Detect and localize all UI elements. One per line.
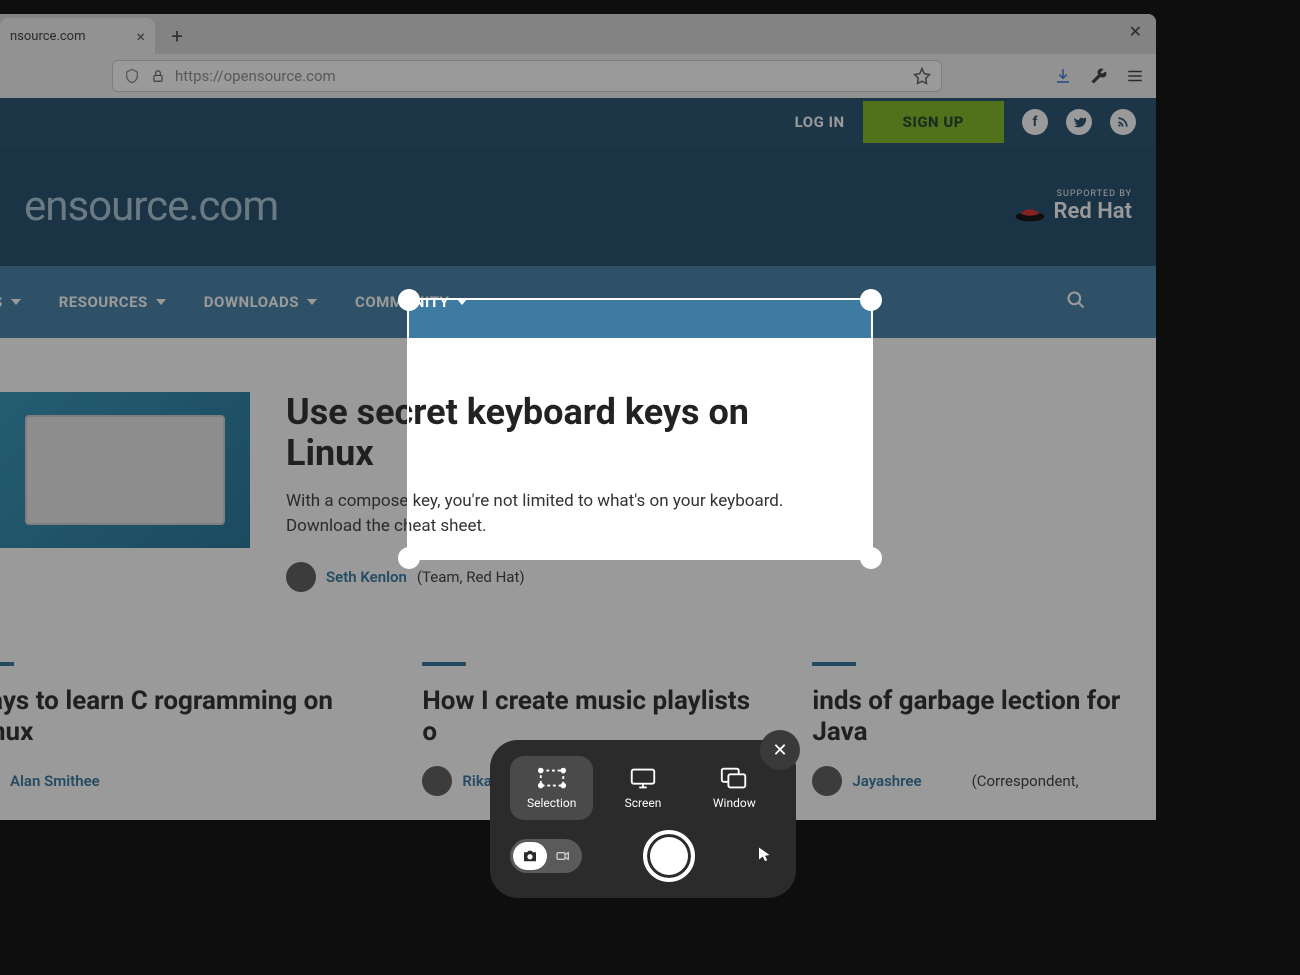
screenshot-close-button[interactable]: ✕ [760, 730, 800, 770]
screenshot-mode-screen[interactable]: Screen [601, 756, 684, 820]
site-logo[interactable]: ensource.com [24, 182, 278, 231]
nav-label: ES [0, 293, 3, 311]
tab-title: nsource.com [10, 29, 86, 44]
article-card[interactable]: inds of garbage lection for Java Jayashr… [812, 662, 1156, 796]
card-title: ways to learn C rogramming on Linux [0, 686, 372, 748]
selection-handle-bottom-left[interactable] [398, 547, 420, 569]
url-input[interactable]: https://opensource.com [112, 60, 942, 92]
site-topnav: LOG IN SIGN UP f [0, 98, 1156, 146]
sponsor-badge: SUPPORTED BY Red Hat [1014, 189, 1132, 224]
author-name-link[interactable]: Seth Kenlon [326, 568, 407, 586]
sponsor-name: Red Hat [1054, 199, 1132, 224]
screenshot-mode-window[interactable]: Window [693, 756, 776, 820]
browser-tab[interactable]: nsource.com × [0, 18, 155, 54]
author-meta: (Team, Red Hat) [417, 568, 525, 586]
caret-down-icon [11, 299, 21, 305]
redhat-fedora-icon [1014, 199, 1046, 223]
screenshot-panel: ✕ Selection Screen Window [490, 740, 796, 898]
screenshot-selection-box[interactable] [407, 298, 873, 560]
card-author-meta: (Correspondent, [972, 772, 1079, 790]
selection-handle-top-right[interactable] [860, 289, 882, 311]
mode-label: Selection [527, 796, 576, 810]
article-card[interactable]: ways to learn C rogramming on Linux Alan… [0, 662, 372, 796]
author-avatar [422, 766, 452, 796]
nav-item-resources[interactable]: RESOURCES [55, 293, 170, 311]
screen-icon [628, 766, 658, 790]
nav-item-categories[interactable]: ES [0, 293, 25, 311]
card-title: How I create music playlists o [422, 686, 762, 748]
screenshot-mode-selection[interactable]: Selection [510, 756, 593, 820]
selection-handle-bottom-right[interactable] [860, 547, 882, 569]
url-text: https://opensource.com [175, 67, 336, 85]
window-close-icon[interactable]: ✕ [1129, 22, 1142, 41]
shield-icon [123, 67, 141, 85]
author-avatar [812, 766, 842, 796]
site-banner: ensource.com SUPPORTED BY Red Hat [0, 146, 1156, 266]
nav-search-icon[interactable] [1066, 290, 1156, 314]
nav-label: DOWNLOADS [204, 293, 299, 311]
capture-button[interactable] [643, 830, 695, 882]
address-bar: https://opensource.com [0, 54, 1156, 98]
tab-bar: nsource.com × + ✕ [0, 14, 1156, 54]
caret-down-icon [156, 299, 166, 305]
show-pointer-toggle[interactable] [756, 846, 776, 866]
photo-mode-icon [513, 842, 547, 870]
hamburger-menu-icon[interactable] [1126, 67, 1144, 85]
twitter-icon[interactable] [1066, 109, 1092, 135]
card-accent-bar [0, 662, 14, 666]
window-icon [719, 766, 749, 790]
nav-item-downloads[interactable]: DOWNLOADS [200, 293, 321, 311]
mode-label: Window [713, 796, 756, 810]
video-mode-icon [547, 848, 579, 864]
login-link[interactable]: LOG IN [795, 113, 845, 131]
article-hero-image [0, 392, 250, 548]
facebook-icon[interactable]: f [1022, 109, 1048, 135]
wrench-icon[interactable] [1090, 67, 1108, 85]
card-accent-bar [422, 662, 466, 666]
photo-video-toggle[interactable] [510, 839, 582, 873]
lock-icon [149, 67, 167, 85]
author-avatar [286, 562, 316, 592]
signup-button[interactable]: SIGN UP [863, 101, 1004, 143]
bookmark-star-icon[interactable] [913, 67, 931, 85]
card-author[interactable]: Alan Smithee [10, 772, 100, 790]
tab-close-icon[interactable]: × [136, 27, 145, 46]
nav-label: RESOURCES [59, 293, 148, 311]
mode-label: Screen [625, 796, 662, 810]
card-author[interactable]: Jayashree [852, 772, 921, 790]
selection-handle-top-left[interactable] [398, 289, 420, 311]
selection-rect-icon [537, 766, 567, 790]
new-tab-button[interactable]: + [161, 20, 193, 52]
author-row: Seth Kenlon (Team, Red Hat) [286, 562, 806, 592]
card-accent-bar [812, 662, 856, 666]
download-icon[interactable] [1054, 67, 1072, 85]
caret-down-icon [307, 299, 317, 305]
card-title: inds of garbage lection for Java [812, 686, 1156, 748]
rss-icon[interactable] [1110, 109, 1136, 135]
sponsor-supported-label: SUPPORTED BY [1057, 189, 1132, 199]
